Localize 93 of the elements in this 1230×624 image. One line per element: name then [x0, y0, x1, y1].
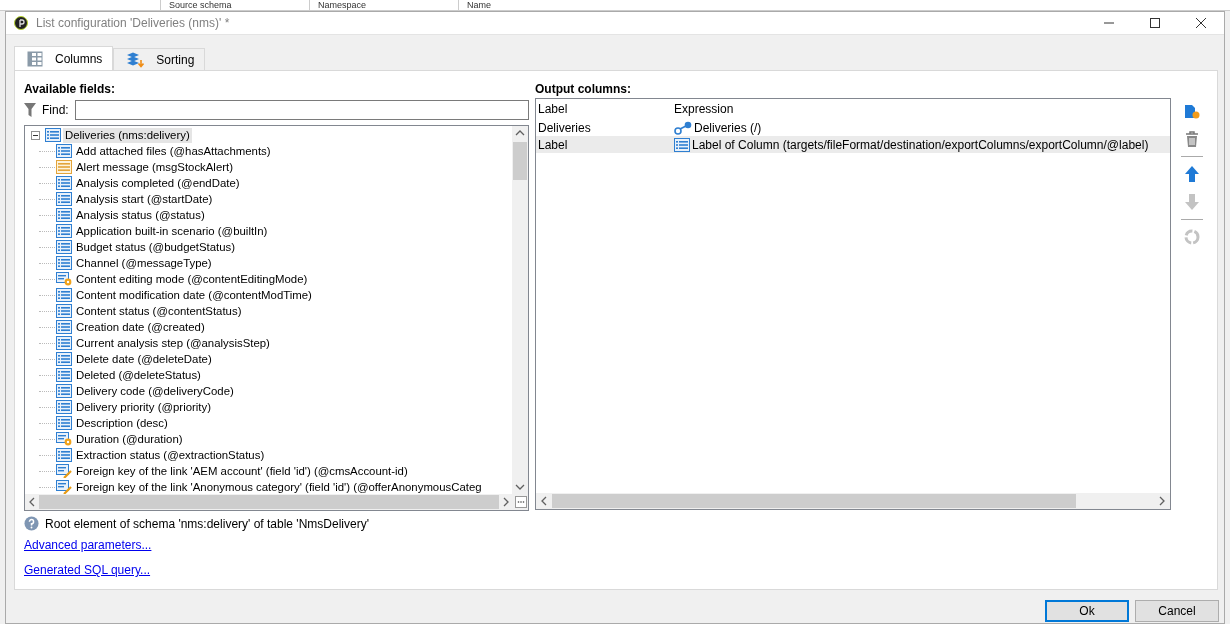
tree-item[interactable]: Creation date (@created) — [74, 319, 207, 335]
tree-item[interactable]: Duration (@duration) — [74, 431, 185, 447]
tree-item[interactable]: Add attached files (@hasAttachments) — [74, 143, 273, 159]
list-icon — [56, 384, 72, 398]
list-icon — [56, 336, 72, 350]
link-icon — [674, 120, 692, 135]
scroll-left-icon[interactable] — [540, 496, 548, 506]
app-logo-icon — [14, 16, 28, 30]
tree-item[interactable]: Content editing mode (@contentEditingMode) — [74, 271, 310, 287]
tree-item[interactable]: Application built-in scenario (@builtIn) — [74, 223, 270, 239]
horizontal-scrollbar[interactable] — [536, 493, 1170, 509]
section-title: Available fields: — [24, 82, 116, 98]
scroll-right-icon[interactable] — [1157, 496, 1166, 506]
trash-icon — [1184, 130, 1201, 148]
collapse-toggle[interactable] — [31, 130, 40, 140]
tree-item[interactable]: Deliveries (nms:delivery) — [63, 127, 192, 143]
vertical-scrollbar[interactable] — [512, 126, 528, 494]
list-row[interactable]: Deliveries Deliveries (/) — [536, 119, 1170, 136]
dialog-button[interactable]: Cancel — [1135, 600, 1219, 622]
tree-item[interactable]: Current analysis step (@analysisStep) — [74, 335, 272, 351]
list-icon — [56, 416, 72, 430]
tree-item[interactable]: Analysis completed (@endDate) — [74, 175, 242, 191]
row-expression: Label of Column (targets/fileFormat/destination/exportColumns/exportColumn/@label) — [692, 137, 1149, 152]
section-title: Output columns: — [535, 82, 632, 98]
row-label: Label — [537, 137, 569, 152]
tree-item[interactable]: Budget status (@budgetStatus) — [74, 239, 238, 255]
column-header[interactable]: Expression — [674, 102, 734, 116]
scroll-left-icon[interactable] — [28, 497, 36, 507]
maximize-icon[interactable] — [1150, 18, 1160, 28]
close-icon[interactable] — [1196, 18, 1206, 28]
more-icon[interactable] — [514, 496, 527, 508]
link[interactable]: Advanced parameters... — [24, 538, 152, 552]
link[interactable]: Generated SQL query... — [24, 563, 151, 577]
tree-item[interactable]: Delivery code (@deliveryCode) — [74, 383, 236, 399]
column-header: Namespace — [309, 0, 458, 10]
column-header: Name — [458, 0, 607, 10]
list-icon — [56, 160, 72, 174]
dialog-button[interactable]: Ok — [1045, 600, 1129, 622]
tree-item[interactable]: Delivery priority (@priority) — [74, 399, 213, 415]
tree-item[interactable]: Alert message (msgStockAlert) — [74, 159, 235, 175]
tree-item[interactable]: Delete date (@deleteDate) — [74, 351, 214, 367]
column-header: Source schema — [160, 0, 309, 10]
arrow-up-icon — [1184, 165, 1201, 183]
tree-item[interactable]: Foreign key of the link 'AEM account' (field 'id') (@cmsAccount-id) — [74, 463, 410, 479]
grid-icon — [27, 50, 43, 67]
tab[interactable]: Sorting — [113, 48, 206, 70]
tree-item[interactable]: Content status (@contentStatus) — [74, 303, 244, 319]
tree-item[interactable]: Channel (@messageType) — [74, 255, 214, 271]
arrow-down-icon — [1184, 193, 1201, 211]
list-icon — [56, 176, 72, 190]
tree-item[interactable]: Description (desc) — [74, 415, 170, 431]
list-icon — [56, 144, 72, 158]
list-row[interactable]: Label Label of Column (targets/fileFormat/destination/exportColumns/exportColumn/@label) — [536, 136, 1170, 153]
refresh-icon — [1183, 228, 1202, 246]
list-icon — [56, 224, 72, 238]
list-icon — [56, 448, 72, 462]
scroll-down-icon[interactable] — [515, 483, 525, 491]
list-icon — [56, 256, 72, 270]
list-key-icon — [56, 464, 72, 478]
description-text: Root element of schema 'nms:delivery' of table 'NmsDelivery' — [45, 516, 369, 531]
filter-icon — [24, 103, 36, 117]
add-column-icon — [1184, 102, 1201, 120]
tree-item[interactable]: Extraction status (@extractionStatus) — [74, 447, 267, 463]
scroll-up-icon[interactable] — [515, 129, 525, 137]
list-icon — [56, 400, 72, 414]
list-icon — [674, 137, 690, 152]
column-header[interactable]: Label — [536, 102, 674, 116]
row-label: Deliveries — [537, 120, 592, 135]
list-gear-icon — [56, 432, 72, 446]
tab[interactable]: Columns — [14, 46, 114, 70]
row-expression: Deliveries (/) — [694, 120, 762, 135]
list-gear-icon — [56, 272, 72, 286]
help-icon — [24, 516, 39, 531]
tree-item[interactable]: Content modification date (@contentModTime) — [74, 287, 314, 303]
find-field[interactable] — [74, 100, 529, 120]
scroll-right-icon[interactable] — [502, 497, 510, 507]
scroll-thumb[interactable] — [513, 142, 527, 180]
list-icon — [56, 288, 72, 302]
stack-arrow-icon — [126, 51, 145, 68]
list-icon — [56, 304, 72, 318]
list-icon — [45, 128, 61, 142]
list-icon — [56, 240, 72, 254]
tree-item[interactable]: Deleted (@deleteStatus) — [74, 367, 203, 383]
list-icon — [56, 368, 72, 382]
tree-item[interactable]: Analysis start (@startDate) — [74, 191, 215, 207]
list-icon — [56, 352, 72, 366]
list-icon — [56, 320, 72, 334]
list-icon — [56, 208, 72, 222]
list-icon — [56, 192, 72, 206]
tree-item[interactable]: Foreign key of the link 'Anonymous category' (field 'id') (@offerAnonymousCateg — [74, 479, 484, 494]
find-label: Find: — [42, 103, 69, 117]
window-title: List configuration 'Deliveries (nms)' * — [36, 16, 230, 30]
tree-item[interactable]: Analysis status (@status) — [74, 207, 207, 223]
